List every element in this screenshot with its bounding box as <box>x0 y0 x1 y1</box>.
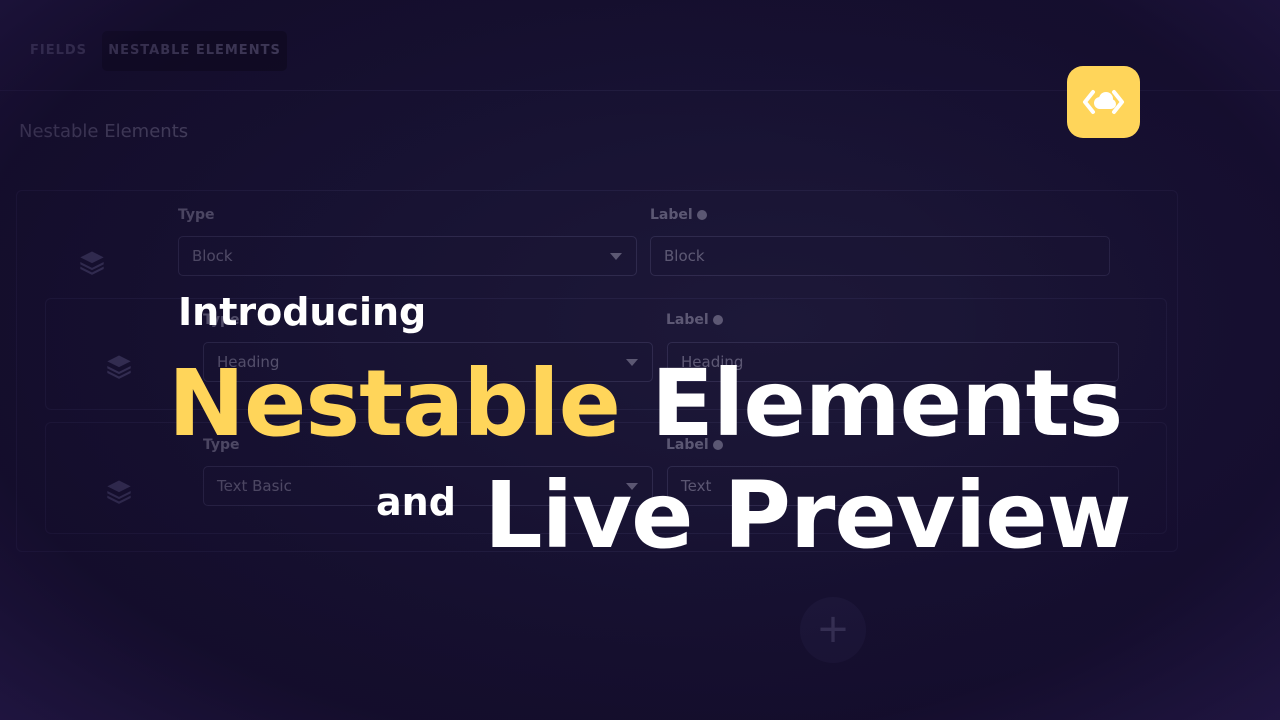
type-select[interactable]: Block <box>178 236 637 276</box>
headline-title: Nestable Elements <box>168 350 1123 457</box>
label-label: Label <box>650 207 707 223</box>
headline-title-rest: Elements <box>651 350 1123 457</box>
type-label: Type <box>178 207 215 223</box>
code-brackets-cloud-logo <box>1083 90 1124 114</box>
type-select-value: Text Basic <box>217 477 292 495</box>
layers-icon[interactable] <box>105 352 133 380</box>
add-element-button[interactable]: + <box>800 597 866 663</box>
label-label-text: Label <box>650 207 693 223</box>
info-icon[interactable] <box>696 210 707 220</box>
video-thumbnail: FIELDS NESTABLE ELEMENTS Nestable Elemen… <box>0 0 1280 720</box>
tab-fields[interactable]: FIELDS <box>30 31 87 71</box>
plus-icon: + <box>816 606 850 652</box>
info-icon[interactable] <box>712 315 723 325</box>
layers-icon[interactable] <box>78 248 106 276</box>
type-select-value: Block <box>192 247 233 265</box>
chevron-down-icon <box>610 253 622 260</box>
logo <box>1067 66 1140 138</box>
section-title: Nestable Elements <box>19 121 189 142</box>
headline-connector: and <box>376 480 456 524</box>
headline-title-highlight: Nestable <box>168 350 621 457</box>
label-label: Label <box>666 312 723 328</box>
label-input[interactable]: Block <box>650 236 1110 276</box>
tab-nestable-elements[interactable]: NESTABLE ELEMENTS <box>102 31 287 71</box>
label-input-value: Block <box>664 247 705 265</box>
label-label-text: Label <box>666 312 709 328</box>
headline-subtitle: Live Preview <box>484 462 1132 569</box>
layers-icon[interactable] <box>105 477 133 505</box>
headline-intro: Introducing <box>178 290 427 334</box>
